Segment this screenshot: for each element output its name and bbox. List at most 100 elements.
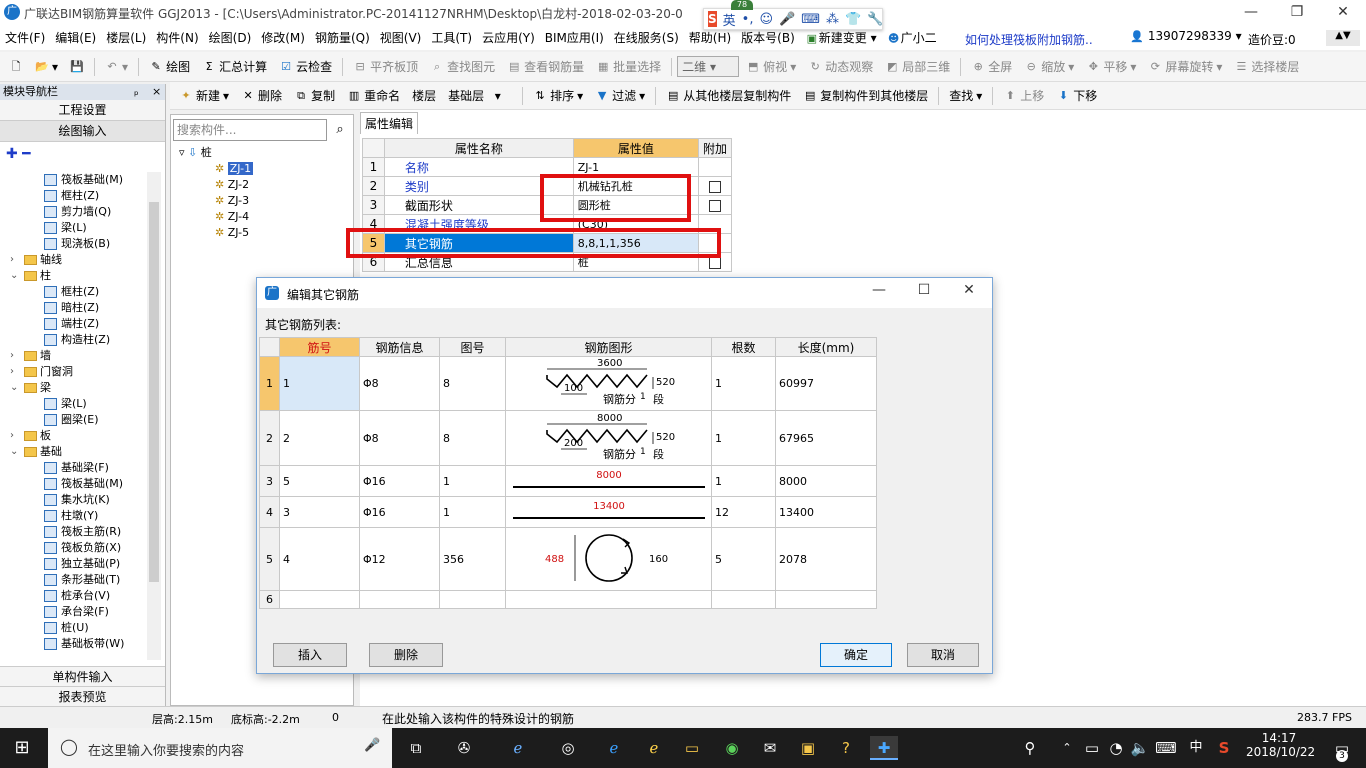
expand-collapse-tools[interactable]: ✚ ━ [0, 142, 165, 168]
edge-icon[interactable]: ℯ [602, 736, 626, 760]
ime-mode[interactable]: 英 [723, 10, 736, 29]
copy-to-floor-button[interactable]: ▤ 复制构件到其他楼层 [798, 85, 933, 106]
collapse-icon[interactable]: ⌄ [10, 444, 18, 460]
tree-group[interactable]: › 板 [0, 428, 146, 444]
minimize-button[interactable]: — [1228, 0, 1274, 26]
task-view-icon[interactable]: ⧉ [404, 736, 428, 760]
figure-no-cell[interactable]: 356 [439, 527, 506, 591]
tree-item[interactable]: 筏板基础(M) [0, 172, 146, 188]
rebar-no-cell[interactable]: 5 [279, 465, 360, 497]
ime-lang-indicator[interactable]: 中 [1184, 736, 1208, 760]
count-cell[interactable]: 5 [711, 527, 776, 591]
menu-view[interactable]: 视图(V) [375, 26, 427, 50]
local-3d-button[interactable]: ◩ 局部三维 [880, 56, 955, 77]
tree-item[interactable]: 桩承台(V) [0, 588, 146, 604]
nav-draw-input[interactable]: 绘图输入 [0, 121, 165, 142]
rebar-shape-cell[interactable]: 488 160 [505, 527, 712, 591]
taskbar-search-box[interactable]: ◯ 在这里输入你要搜索的内容 🎤 [48, 728, 392, 768]
fullscreen-button[interactable]: ⊕ 全屏 [966, 56, 1017, 77]
menu-rebar[interactable]: 钢筋量(Q) [310, 26, 375, 50]
move-up-button[interactable]: ⬆ 上移 [998, 85, 1049, 106]
rebar-row[interactable]: 5 4 Φ12 356 488 160 5 2078 [259, 527, 877, 591]
tree-group[interactable]: ⌄ 基础 [0, 444, 146, 460]
rebar-info-cell[interactable]: Φ12 [359, 527, 440, 591]
save-button[interactable]: 💾 [65, 58, 89, 76]
view-rebar-button[interactable]: ▤ 查看钢筋量 [502, 56, 589, 77]
ie-icon[interactable]: ℯ [506, 736, 530, 760]
menu-edit[interactable]: 编辑(E) [50, 26, 101, 50]
question-link[interactable]: 如何处理筏板附加钢筋.. [965, 31, 1093, 48]
draw-button[interactable]: ✎ 绘图 [144, 56, 195, 77]
tree-item[interactable]: 剪力墙(Q) [0, 204, 146, 220]
move-down-button[interactable]: ⬇ 下移 [1051, 85, 1102, 106]
tab-property-edit[interactable]: 属性编辑 [360, 112, 418, 134]
menu-tools[interactable]: 工具(T) [426, 26, 477, 50]
rebar-shape-cell[interactable]: 8000 [505, 465, 712, 497]
floor-select[interactable]: 基础层 ▾ [443, 85, 517, 106]
collapse-icon[interactable]: ⌄ [10, 268, 18, 284]
rebar-no-cell[interactable]: 2 [279, 410, 360, 466]
rebar-row[interactable]: 3 5 Φ16 1 8000 1 8000 [259, 465, 877, 497]
tree-item[interactable]: 集水坑(K) [0, 492, 146, 508]
sogou-tray-icon[interactable]: S [1212, 736, 1236, 760]
search-icon[interactable]: ⌕ [329, 119, 351, 141]
emoji-icon[interactable]: ☺ [759, 12, 773, 27]
dialog-minimize-button[interactable]: — [859, 282, 899, 298]
component-item[interactable]: ✲ ZJ-4 [215, 209, 249, 225]
ok-button[interactable]: 确定 [820, 643, 892, 667]
figure-no-cell[interactable]: 8 [439, 410, 506, 466]
punct-icon[interactable]: •, [742, 12, 754, 27]
find-element-button[interactable]: ⌕ 查找图元 [425, 56, 500, 77]
select-floor-button[interactable]: ☰ 选择楼层 [1229, 56, 1304, 77]
rebar-row[interactable]: 2 2 Φ8 8 8000 520 200 钢筋分 1 段 1 67965 [259, 410, 877, 466]
count-cell[interactable]: 1 [711, 465, 776, 497]
delete-row-button[interactable]: 删除 [369, 643, 443, 667]
tree-group[interactable]: ⌄ 柱 [0, 268, 146, 284]
length-cell[interactable]: 8000 [775, 465, 877, 497]
component-item[interactable]: ✲ ZJ-2 [215, 177, 249, 193]
rebar-no-cell[interactable]: 3 [279, 496, 360, 528]
nav-report-preview[interactable]: 报表预览 [0, 687, 165, 708]
orbit-button[interactable]: ↻ 动态观察 [803, 56, 878, 77]
summary-calc-button[interactable]: Σ 汇总计算 [197, 56, 272, 77]
rename-button[interactable]: ▥ 重命名 [342, 85, 405, 106]
component-item[interactable]: ✲ ZJ-3 [215, 193, 249, 209]
top-view-button[interactable]: ⬒ 俯视 ▾ [741, 56, 801, 77]
tree-group[interactable]: ⌄ 梁 [0, 380, 146, 396]
extra-checkbox[interactable] [708, 256, 721, 269]
count-cell[interactable] [711, 590, 776, 609]
tree-item[interactable]: 基础板带(W) [0, 636, 146, 652]
copy-from-floor-button[interactable]: ▤ 从其他楼层复制构件 [661, 85, 796, 106]
maximize-button[interactable]: ❐ [1274, 0, 1320, 26]
component-item[interactable]: ✲ ZJ-1 [215, 161, 254, 177]
tree-item[interactable]: 现浇板(B) [0, 236, 146, 252]
windows-start-icon[interactable]: ⊞ [10, 736, 34, 760]
align-slab-top-button[interactable]: ⊟ 平齐板顶 [348, 56, 423, 77]
menu-draw[interactable]: 绘图(D) [204, 26, 257, 50]
cloud-check-button[interactable]: ☑ 云检查 [274, 56, 337, 77]
length-cell[interactable]: 67965 [775, 410, 877, 466]
view-mode-combo[interactable]: 二维 ▾ [677, 56, 740, 77]
menu-bim[interactable]: BIM应用(I) [540, 26, 609, 50]
tray-up-icon[interactable]: ⌃ [1055, 736, 1079, 760]
menu-online[interactable]: 在线服务(S) [609, 26, 684, 50]
rebar-info-cell[interactable]: Φ16 [359, 465, 440, 497]
pin-icon[interactable]: ₚ [134, 84, 139, 100]
help-app-icon[interactable]: ? [834, 736, 858, 760]
dialog-close-button[interactable]: ✕ [949, 282, 989, 298]
menu-assistant[interactable]: ☻广小二 [882, 26, 942, 50]
mic-icon[interactable]: 🎤 [779, 12, 795, 27]
ie-yellow-icon[interactable]: ℯ [642, 736, 666, 760]
count-cell[interactable]: 12 [711, 496, 776, 528]
nav-single-component[interactable]: 单构件输入 [0, 666, 165, 687]
nav-close-icon[interactable]: × [152, 84, 161, 100]
component-search-input[interactable]: 搜索构件... [173, 119, 327, 141]
length-cell[interactable]: 60997 [775, 356, 877, 411]
sort-button[interactable]: ⇅ 排序 ▾ [528, 85, 588, 106]
tree-group[interactable]: › 墙 [0, 348, 146, 364]
open-file-button[interactable]: 📂 ▾ [30, 58, 63, 76]
tree-group[interactable]: › 门窗洞 [0, 364, 146, 380]
dialog-maximize-button[interactable]: ☐ [904, 282, 944, 298]
menu-component[interactable]: 构件(N) [151, 26, 203, 50]
scroll-thumb[interactable] [149, 202, 159, 582]
